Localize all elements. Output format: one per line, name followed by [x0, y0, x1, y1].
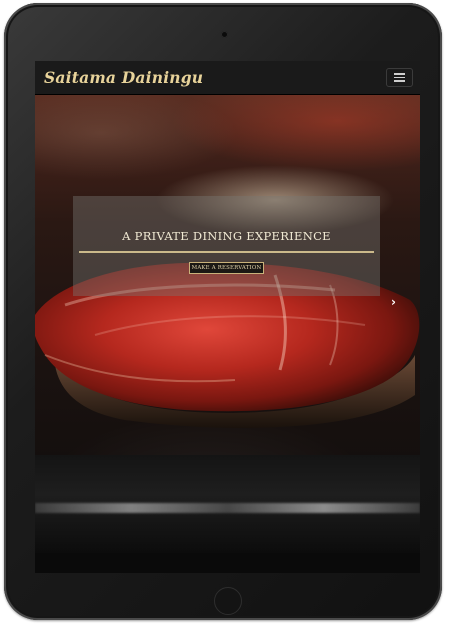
slate-plate-edge	[35, 503, 420, 513]
hamburger-menu-icon	[394, 76, 405, 79]
menu-toggle-button[interactable]	[386, 68, 413, 87]
screen-bottom-bar	[35, 553, 420, 573]
hero-caption: A PRIVATE DINING EXPERIENCE MAKE A RESER…	[73, 196, 380, 296]
chevron-right-icon[interactable]: ›	[391, 295, 396, 309]
screen: Saitama Dainingu A PRIVATE DINING EXPERI…	[35, 61, 420, 573]
caption-divider	[79, 251, 374, 253]
brand-logo[interactable]: Saitama Dainingu	[44, 68, 203, 87]
front-camera	[221, 31, 228, 38]
navbar: Saitama Dainingu	[35, 61, 420, 95]
hamburger-menu-icon	[394, 73, 405, 75]
hamburger-menu-icon	[394, 80, 405, 82]
make-reservation-button[interactable]: MAKE A RESERVATION	[189, 262, 264, 274]
caption-title: A PRIVATE DINING EXPERIENCE	[122, 229, 331, 243]
tablet-frame: Saitama Dainingu A PRIVATE DINING EXPERI…	[4, 3, 442, 620]
home-button	[214, 587, 242, 615]
hero-carousel: A PRIVATE DINING EXPERIENCE MAKE A RESER…	[35, 95, 420, 553]
